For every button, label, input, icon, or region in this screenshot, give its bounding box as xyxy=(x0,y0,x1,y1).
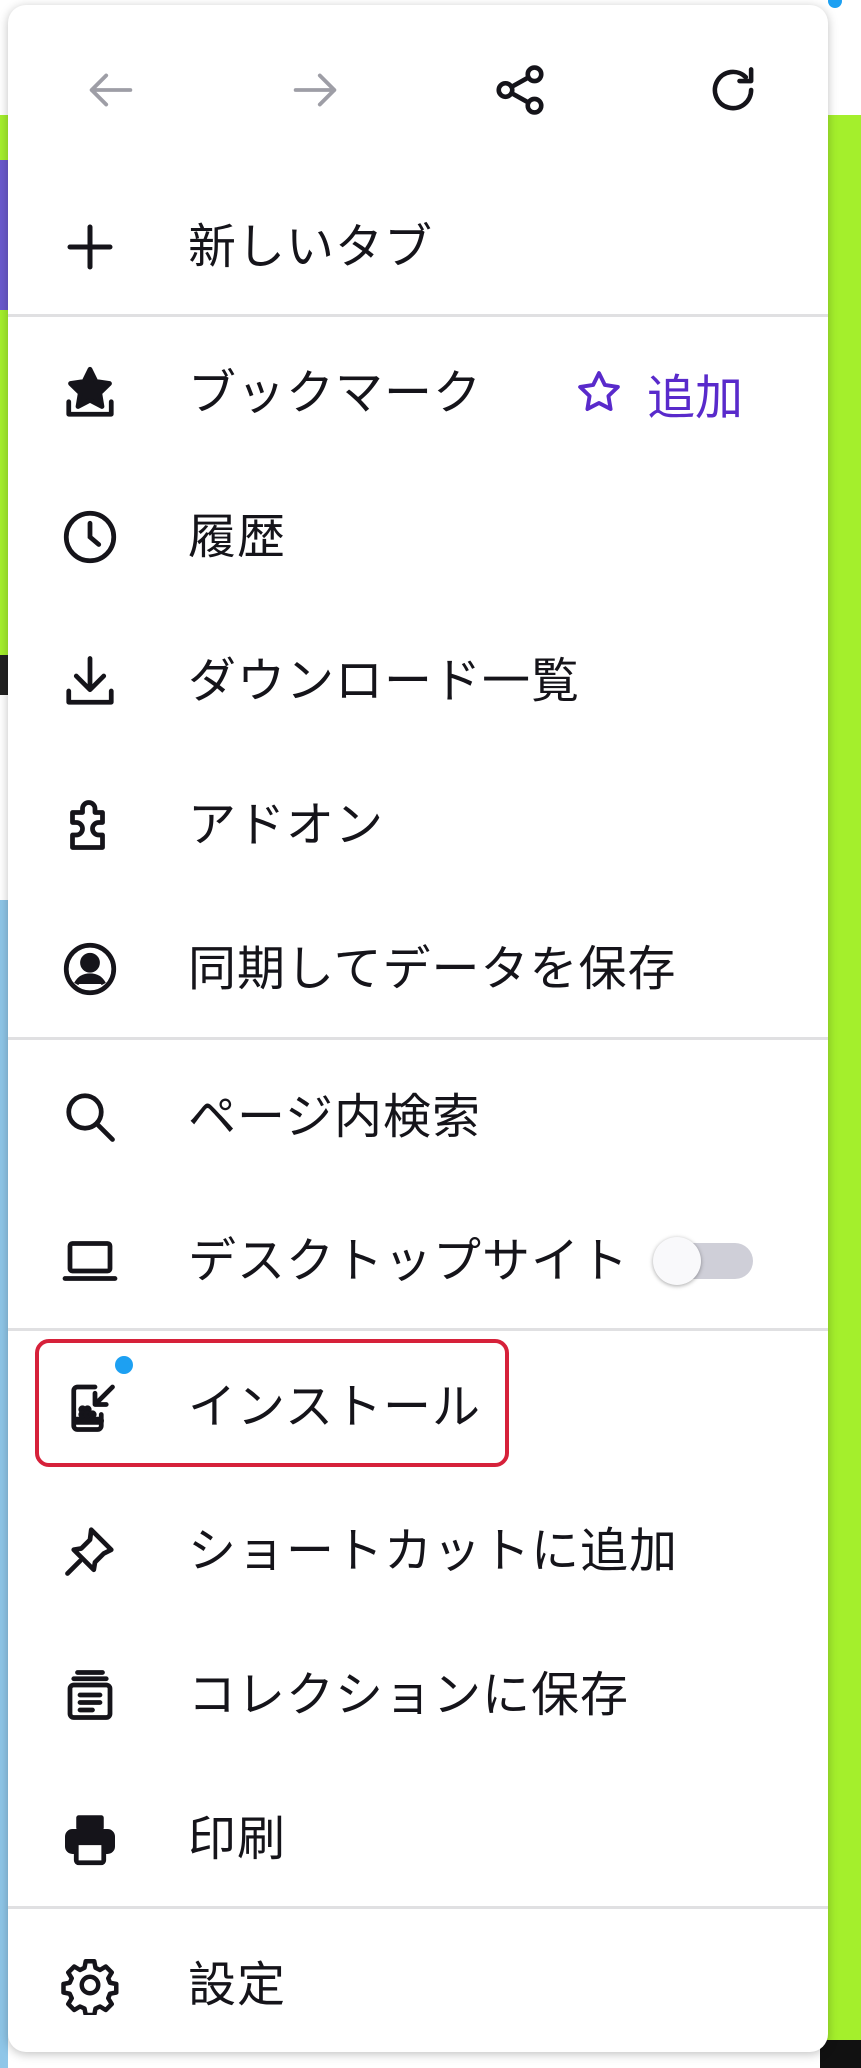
menu-item-sync[interactable]: 同期してデータを保存 xyxy=(8,897,828,1041)
menu-item-bookmarks[interactable]: ブックマーク 追加 xyxy=(8,321,828,465)
menu-item-label: 新しいタブ xyxy=(188,219,434,275)
menu-divider xyxy=(8,1328,828,1331)
menu-item-addons[interactable]: アドオン xyxy=(8,753,828,897)
menu-item-label: 同期してデータを保存 xyxy=(188,941,677,997)
star-outline-icon xyxy=(578,371,620,411)
menu-item-add-shortcut[interactable]: ショートカットに追加 xyxy=(8,1479,828,1623)
menu-item-label: アドオン xyxy=(188,797,385,853)
laptop-icon xyxy=(58,1229,122,1293)
menu-item-find-in-page[interactable]: ページ内検索 xyxy=(8,1045,828,1189)
printer-icon xyxy=(58,1807,122,1871)
share-button[interactable] xyxy=(475,45,565,135)
share-icon xyxy=(496,65,544,115)
back-button[interactable] xyxy=(66,45,156,135)
install-highlight-box xyxy=(35,1339,509,1467)
menu-item-label: 印刷 xyxy=(188,1811,287,1867)
menu-item-label: ページ内検索 xyxy=(188,1089,482,1145)
menu-divider xyxy=(8,1037,828,1040)
pin-icon xyxy=(58,1519,122,1583)
collection-icon xyxy=(58,1663,122,1727)
menu-item-label: ショートカットに追加 xyxy=(188,1523,679,1579)
search-icon xyxy=(58,1085,122,1149)
arrow-left-icon xyxy=(89,73,133,107)
menu-item-downloads[interactable]: ダウンロード一覧 xyxy=(8,609,828,753)
menu-item-history[interactable]: 履歴 xyxy=(8,465,828,609)
download-icon xyxy=(58,649,122,713)
menu-item-label: ブックマーク xyxy=(188,365,483,421)
menu-item-label: コレクションに保存 xyxy=(188,1667,630,1723)
menu-item-label: 履歴 xyxy=(188,509,287,565)
menu-divider xyxy=(8,314,828,317)
menu-divider xyxy=(8,1906,828,1909)
background-content-left-dark xyxy=(0,655,8,695)
plus-icon xyxy=(58,215,122,279)
background-content-left-accent xyxy=(0,160,8,310)
menu-item-print[interactable]: 印刷 xyxy=(8,1767,828,1911)
menu-item-desktop-site[interactable]: デスクトップサイト xyxy=(8,1189,828,1333)
menu-item-label: 設定 xyxy=(188,1957,287,2013)
clock-icon xyxy=(58,505,122,569)
desktop-site-toggle[interactable] xyxy=(653,1237,753,1285)
reload-icon xyxy=(712,67,754,111)
gear-icon xyxy=(58,1953,122,2017)
menu-item-settings[interactable]: 設定 xyxy=(8,1913,828,2052)
browser-main-menu: 新しいタブ ブックマーク 追加 履歴 ダウンロード一覧 アドオン 同期してデータ… xyxy=(8,5,828,2052)
toggle-knob xyxy=(653,1237,701,1285)
menu-toolbar xyxy=(8,5,828,180)
reload-button[interactable] xyxy=(688,45,778,135)
menu-item-label: ダウンロード一覧 xyxy=(188,653,581,709)
menu-item-new-tab[interactable]: 新しいタブ xyxy=(8,175,828,319)
background-content-left-blue xyxy=(0,900,8,2068)
menu-item-label: デスクトップサイト xyxy=(188,1233,630,1289)
bookmark-tray-icon xyxy=(58,361,122,425)
arrow-right-icon xyxy=(293,73,337,107)
account-icon xyxy=(58,937,122,1001)
add-bookmark-label: 追加 xyxy=(647,370,744,426)
forward-button[interactable] xyxy=(270,45,360,135)
add-bookmark-button[interactable]: 追加 xyxy=(573,321,743,465)
puzzle-icon xyxy=(58,793,122,857)
menu-item-save-collection[interactable]: コレクションに保存 xyxy=(8,1623,828,1767)
